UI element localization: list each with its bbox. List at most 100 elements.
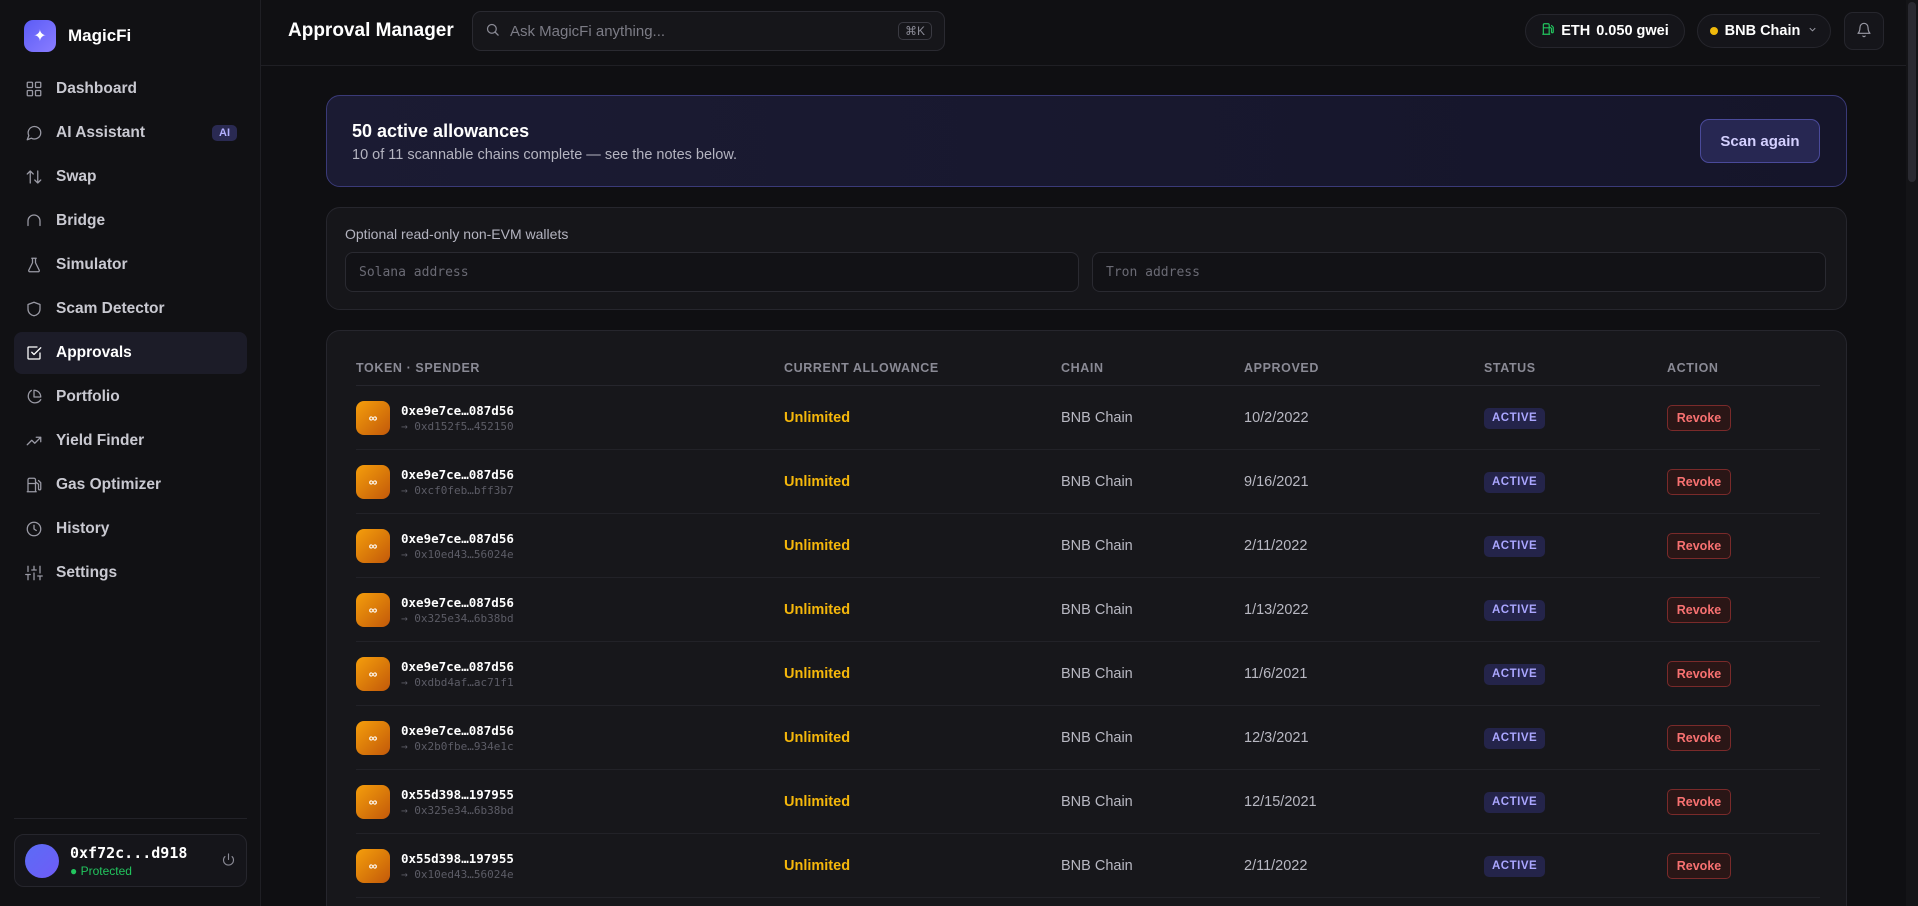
sidebar-item-bridge[interactable]: Bridge — [14, 200, 247, 242]
sidebar-item-label: Bridge — [56, 212, 106, 229]
allowance-value: Unlimited — [784, 858, 851, 874]
chain-name: BNB Chain — [1061, 794, 1133, 810]
tron-address-input[interactable] — [1092, 252, 1826, 292]
gas-price-pill[interactable]: ETH 0.050 gwei — [1525, 14, 1685, 48]
sidebar-item-history[interactable]: History — [14, 508, 247, 550]
notifications-button[interactable] — [1844, 12, 1884, 50]
summary-subtitle: 10 of 11 scannable chains complete — see… — [352, 147, 738, 163]
chain-selector[interactable]: BNB Chain — [1697, 14, 1831, 48]
token-icon: ∞ — [356, 529, 390, 563]
user-status: ● Protected — [70, 863, 132, 878]
allowance-summary: 50 active allowances 10 of 11 scannable … — [326, 95, 1847, 187]
trending-up-icon — [24, 431, 44, 451]
allowance-value: Unlimited — [784, 410, 851, 426]
revoke-button[interactable]: Revoke — [1667, 533, 1731, 559]
user-card[interactable]: 0xf72c...d918 ● Protected — [14, 834, 247, 887]
token-address: 0xe9e7ce…087d56 — [401, 659, 514, 674]
sidebar-item-simulator[interactable]: Simulator — [14, 244, 247, 286]
sidebar-item-label: Approvals — [56, 344, 132, 361]
solana-address-input[interactable] — [345, 252, 1079, 292]
chat-icon — [24, 123, 44, 143]
column-header-allowance: CURRENT ALLOWANCE — [784, 361, 939, 375]
table-header: TOKEN · SPENDER CURRENT ALLOWANCE CHAIN … — [356, 351, 1820, 386]
status-badge: ACTIVE — [1484, 664, 1546, 685]
revoke-button[interactable]: Revoke — [1667, 853, 1731, 879]
revoke-button[interactable]: Revoke — [1667, 597, 1731, 623]
token-address: 0xe9e7ce…087d56 — [401, 403, 514, 418]
pie-chart-icon — [24, 387, 44, 407]
status-badge: ACTIVE — [1484, 600, 1546, 621]
column-header-chain: CHAIN — [1061, 361, 1104, 375]
sparkle-icon: ✦ — [24, 20, 56, 52]
status-badge: ACTIVE — [1484, 792, 1546, 813]
avatar — [25, 843, 59, 878]
sidebar-item-settings[interactable]: Settings — [14, 552, 247, 594]
user-info: 0xf72c...d918 ● Protected — [70, 844, 187, 878]
status-badge: ACTIVE — [1484, 536, 1546, 557]
scrollbar-thumb[interactable] — [1908, 2, 1916, 182]
token-address: 0x55d398…197955 — [401, 851, 514, 866]
status-badge: ACTIVE — [1484, 856, 1546, 877]
sidebar-item-scam-detector[interactable]: Scam Detector — [14, 288, 247, 330]
approved-date: 10/2/2022 — [1244, 410, 1309, 426]
table-row: ∞ 0x55d398…197955 → 0x10ed43…56024e Unli… — [356, 834, 1820, 898]
search-input[interactable] — [510, 22, 888, 40]
sidebar-item-dashboard[interactable]: Dashboard — [14, 68, 247, 110]
gas-label: ETH — [1561, 23, 1591, 39]
revoke-button[interactable]: Revoke — [1667, 405, 1731, 431]
table-row: ∞ 0x55d398…197955 → 0x325e34…6b38bd Unli… — [356, 770, 1820, 834]
scan-again-button[interactable]: Scan again — [1700, 119, 1820, 163]
sidebar-nav: Dashboard AI Assistant AI Swap Bridge Si… — [14, 68, 247, 596]
swap-arrows-icon — [24, 167, 44, 187]
page-title: Approval Manager — [288, 20, 454, 41]
revoke-button[interactable]: Revoke — [1667, 469, 1731, 495]
main-content: 50 active allowances 10 of 11 scannable … — [326, 95, 1847, 906]
table-row: ∞ 0xe9e7ce…087d56 → 0x10ed43…56024e Unli… — [356, 514, 1820, 578]
sidebar: ✦ MagicFi Dashboard AI Assistant AI Swap… — [0, 0, 261, 906]
chain-name: BNB Chain — [1061, 538, 1133, 554]
allowance-value: Unlimited — [784, 538, 851, 554]
chain-name: BNB Chain — [1061, 602, 1133, 618]
sidebar-item-approvals[interactable]: Approvals — [14, 332, 247, 374]
power-icon[interactable] — [221, 852, 236, 870]
sidebar-item-label: AI Assistant — [56, 124, 146, 141]
revoke-button[interactable]: Revoke — [1667, 661, 1731, 687]
token-icon: ∞ — [356, 657, 390, 691]
approved-date: 11/6/2021 — [1244, 666, 1308, 682]
shield-icon — [24, 299, 44, 319]
table-row: ∞ 0xe9e7ce…087d56 → 0xcf0feb…bff3b7 Unli… — [356, 450, 1820, 514]
non-evm-wallets: Optional read-only non-EVM wallets — [326, 207, 1847, 310]
search-shortcut: ⌘K — [897, 22, 932, 40]
approved-date: 1/13/2022 — [1244, 602, 1309, 618]
search-bar[interactable]: ⌘K — [472, 11, 945, 51]
spender-address: → 0x10ed43…56024e — [401, 548, 514, 561]
chain-name: BNB Chain — [1061, 474, 1133, 490]
sidebar-item-portfolio[interactable]: Portfolio — [14, 376, 247, 418]
revoke-button[interactable]: Revoke — [1667, 789, 1731, 815]
column-header-approved: APPROVED — [1244, 361, 1319, 375]
table-row: ∞ 0xe9e7ce…087d56 → 0xd152f5…452150 Unli… — [356, 386, 1820, 450]
sidebar-item-label: Gas Optimizer — [56, 476, 162, 493]
sidebar-item-yield-finder[interactable]: Yield Finder — [14, 420, 247, 462]
revoke-button[interactable]: Revoke — [1667, 725, 1731, 751]
token-icon: ∞ — [356, 401, 390, 435]
sidebar-item-swap[interactable]: Swap — [14, 156, 247, 198]
summary-title: 50 active allowances — [352, 121, 530, 141]
approved-date: 9/16/2021 — [1244, 474, 1309, 490]
sidebar-item-ai-assistant[interactable]: AI Assistant AI — [14, 112, 247, 154]
chain-name: BNB Chain — [1061, 666, 1133, 682]
sidebar-item-label: Dashboard — [56, 80, 137, 97]
brand[interactable]: ✦ MagicFi — [24, 20, 131, 52]
spender-address: → 0x10ed43…56024e — [401, 868, 514, 881]
spender-address: → 0xdbd4af…ac71f1 — [401, 676, 514, 689]
sidebar-item-label: Scam Detector — [56, 300, 165, 317]
chevron-down-icon — [1807, 23, 1818, 39]
sidebar-item-gas-optimizer[interactable]: Gas Optimizer — [14, 464, 247, 506]
page-scrollbar[interactable] — [1906, 0, 1918, 906]
chain-name: BNB Chain — [1061, 410, 1133, 426]
bell-icon — [1856, 22, 1872, 41]
sliders-icon — [24, 563, 44, 583]
sidebar-item-label: Swap — [56, 168, 97, 185]
sidebar-item-label: Simulator — [56, 256, 128, 273]
token-address: 0x55d398…197955 — [401, 787, 514, 802]
